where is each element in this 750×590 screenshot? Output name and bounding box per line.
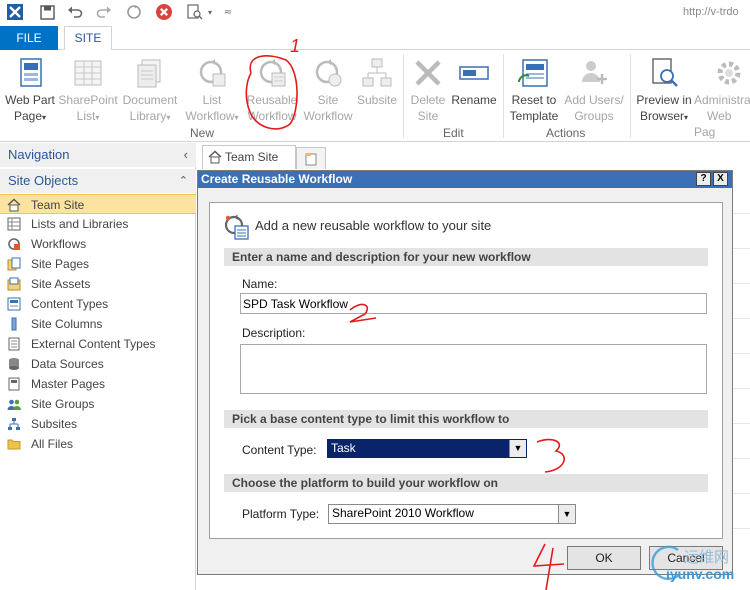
annotation-stroke-3	[536, 438, 565, 473]
annotation-circle-reusable	[245, 55, 298, 130]
annotation-number-1: 1	[290, 36, 301, 56]
watermark-url: iyunv.com	[666, 566, 735, 582]
watermark-brand: 运维网	[684, 549, 730, 566]
watermark: 运维网 iyunv.com	[644, 536, 750, 590]
annotation-stroke-2	[349, 303, 377, 323]
annotation-overlay	[245, 55, 565, 590]
annotation-stroke-4	[532, 543, 565, 590]
